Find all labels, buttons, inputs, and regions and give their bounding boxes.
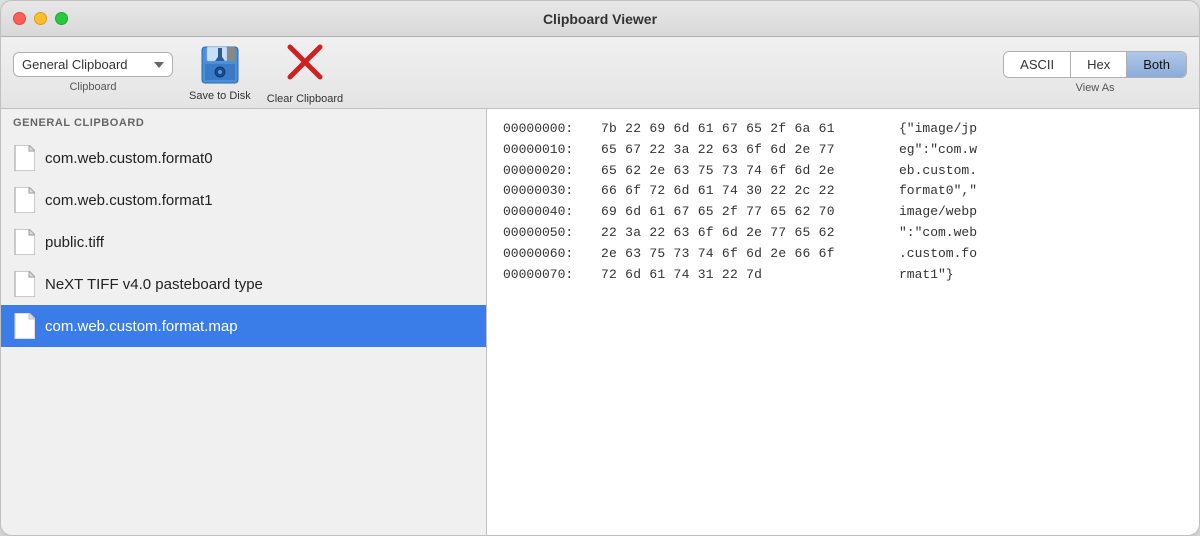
- clear-clipboard-button[interactable]: Clear Clipboard: [267, 41, 343, 105]
- file-icon: [13, 145, 35, 171]
- toolbar: General Clipboard Find Clipboard Clipboa…: [1, 37, 1199, 109]
- view-hex-button[interactable]: Hex: [1071, 52, 1127, 77]
- window-title: Clipboard Viewer: [543, 11, 657, 27]
- maximize-button[interactable]: [55, 12, 68, 25]
- hex-row: 00000000: 7b 22 69 6d 61 67 65 2f 6a 61 …: [503, 119, 1183, 140]
- clear-label: Clear Clipboard: [267, 93, 343, 105]
- hex-row: 00000070: 72 6d 61 74 31 22 7d rmat1"}: [503, 265, 1183, 286]
- hex-bytes: 65 62 2e 63 75 73 74 6f 6d 2e: [601, 161, 891, 182]
- file-icon: [13, 271, 35, 297]
- view-as-buttons: ASCII Hex Both: [1003, 51, 1187, 78]
- save-to-disk-button[interactable]: Save to Disk: [189, 44, 251, 102]
- sidebar-item-label: NeXT TIFF v4.0 pasteboard type: [45, 276, 263, 293]
- hex-row: 00000050: 22 3a 22 63 6f 6d 2e 77 65 62 …: [503, 223, 1183, 244]
- hex-addr: 00000040:: [503, 202, 593, 223]
- file-icon: [13, 187, 35, 213]
- sidebar-item-label: com.web.custom.format0: [45, 150, 213, 167]
- hex-view: 00000000: 7b 22 69 6d 61 67 65 2f 6a 61 …: [487, 109, 1199, 535]
- hex-addr: 00000010:: [503, 140, 593, 161]
- titlebar: Clipboard Viewer: [1, 1, 1199, 37]
- minimize-button[interactable]: [34, 12, 47, 25]
- hex-bytes: 65 67 22 3a 22 63 6f 6d 2e 77: [601, 140, 891, 161]
- window: Clipboard Viewer General Clipboard Find …: [0, 0, 1200, 536]
- view-as-group: ASCII Hex Both View As: [1003, 51, 1187, 94]
- sidebar-item-tiff[interactable]: public.tiff: [1, 221, 486, 263]
- hex-bytes: 72 6d 61 74 31 22 7d: [601, 265, 891, 286]
- hex-addr: 00000050:: [503, 223, 593, 244]
- hex-addr: 00000000:: [503, 119, 593, 140]
- hex-bytes: 2e 63 75 73 74 6f 6d 2e 66 6f: [601, 244, 891, 265]
- hex-addr: 00000060:: [503, 244, 593, 265]
- hex-ascii: ":"com.web: [899, 223, 977, 244]
- clipboard-selector-group: General Clipboard Find Clipboard Clipboa…: [13, 52, 173, 93]
- hex-ascii: eg":"com.w: [899, 140, 977, 161]
- hex-bytes: 66 6f 72 6d 61 74 30 22 2c 22: [601, 181, 891, 202]
- file-icon: [13, 229, 35, 255]
- view-both-button[interactable]: Both: [1127, 52, 1186, 77]
- hex-addr: 00000030:: [503, 181, 593, 202]
- clipboard-select[interactable]: General Clipboard Find Clipboard: [13, 52, 173, 77]
- hex-ascii: image/webp: [899, 202, 977, 223]
- sidebar: GENERAL CLIPBOARD com.web.custom.format0: [1, 109, 487, 535]
- hex-ascii: rmat1"}: [899, 265, 954, 286]
- hex-ascii: .custom.fo: [899, 244, 977, 265]
- hex-ascii: eb.custom.: [899, 161, 977, 182]
- hex-row: 00000020: 65 62 2e 63 75 73 74 6f 6d 2e …: [503, 161, 1183, 182]
- sidebar-item-label: com.web.custom.format.map: [45, 318, 238, 335]
- main-content: GENERAL CLIPBOARD com.web.custom.format0: [1, 109, 1199, 535]
- view-ascii-button[interactable]: ASCII: [1004, 52, 1071, 77]
- hex-addr: 00000020:: [503, 161, 593, 182]
- save-label: Save to Disk: [189, 90, 251, 102]
- close-button[interactable]: [13, 12, 26, 25]
- hex-row: 00000060: 2e 63 75 73 74 6f 6d 2e 66 6f …: [503, 244, 1183, 265]
- hex-row: 00000030: 66 6f 72 6d 61 74 30 22 2c 22 …: [503, 181, 1183, 202]
- hex-row: 00000040: 69 6d 61 67 65 2f 77 65 62 70 …: [503, 202, 1183, 223]
- sidebar-section-header: GENERAL CLIPBOARD: [1, 109, 486, 133]
- sidebar-item-next-tiff[interactable]: NeXT TIFF v4.0 pasteboard type: [1, 263, 486, 305]
- hex-row: 00000010: 65 67 22 3a 22 63 6f 6d 2e 77 …: [503, 140, 1183, 161]
- titlebar-buttons: [13, 12, 68, 25]
- hex-addr: 00000070:: [503, 265, 593, 286]
- sidebar-item-format1[interactable]: com.web.custom.format1: [1, 179, 486, 221]
- clipboard-label: Clipboard: [69, 81, 116, 93]
- sidebar-item-format0[interactable]: com.web.custom.format0: [1, 137, 486, 179]
- sidebar-item-format-map[interactable]: com.web.custom.format.map: [1, 305, 486, 347]
- sidebar-list: com.web.custom.format0 com.web.custom.fo…: [1, 133, 486, 535]
- hex-bytes: 69 6d 61 67 65 2f 77 65 62 70: [601, 202, 891, 223]
- sidebar-item-label: public.tiff: [45, 234, 104, 251]
- clear-icon: [284, 41, 326, 89]
- hex-ascii: format0",": [899, 181, 977, 202]
- hex-ascii: {"image/jp: [899, 119, 977, 140]
- view-as-label: View As: [1076, 82, 1115, 94]
- sidebar-item-label: com.web.custom.format1: [45, 192, 213, 209]
- hex-bytes: 22 3a 22 63 6f 6d 2e 77 65 62: [601, 223, 891, 244]
- hex-bytes: 7b 22 69 6d 61 67 65 2f 6a 61: [601, 119, 891, 140]
- save-disk-icon: [199, 44, 241, 86]
- file-icon: [13, 313, 35, 339]
